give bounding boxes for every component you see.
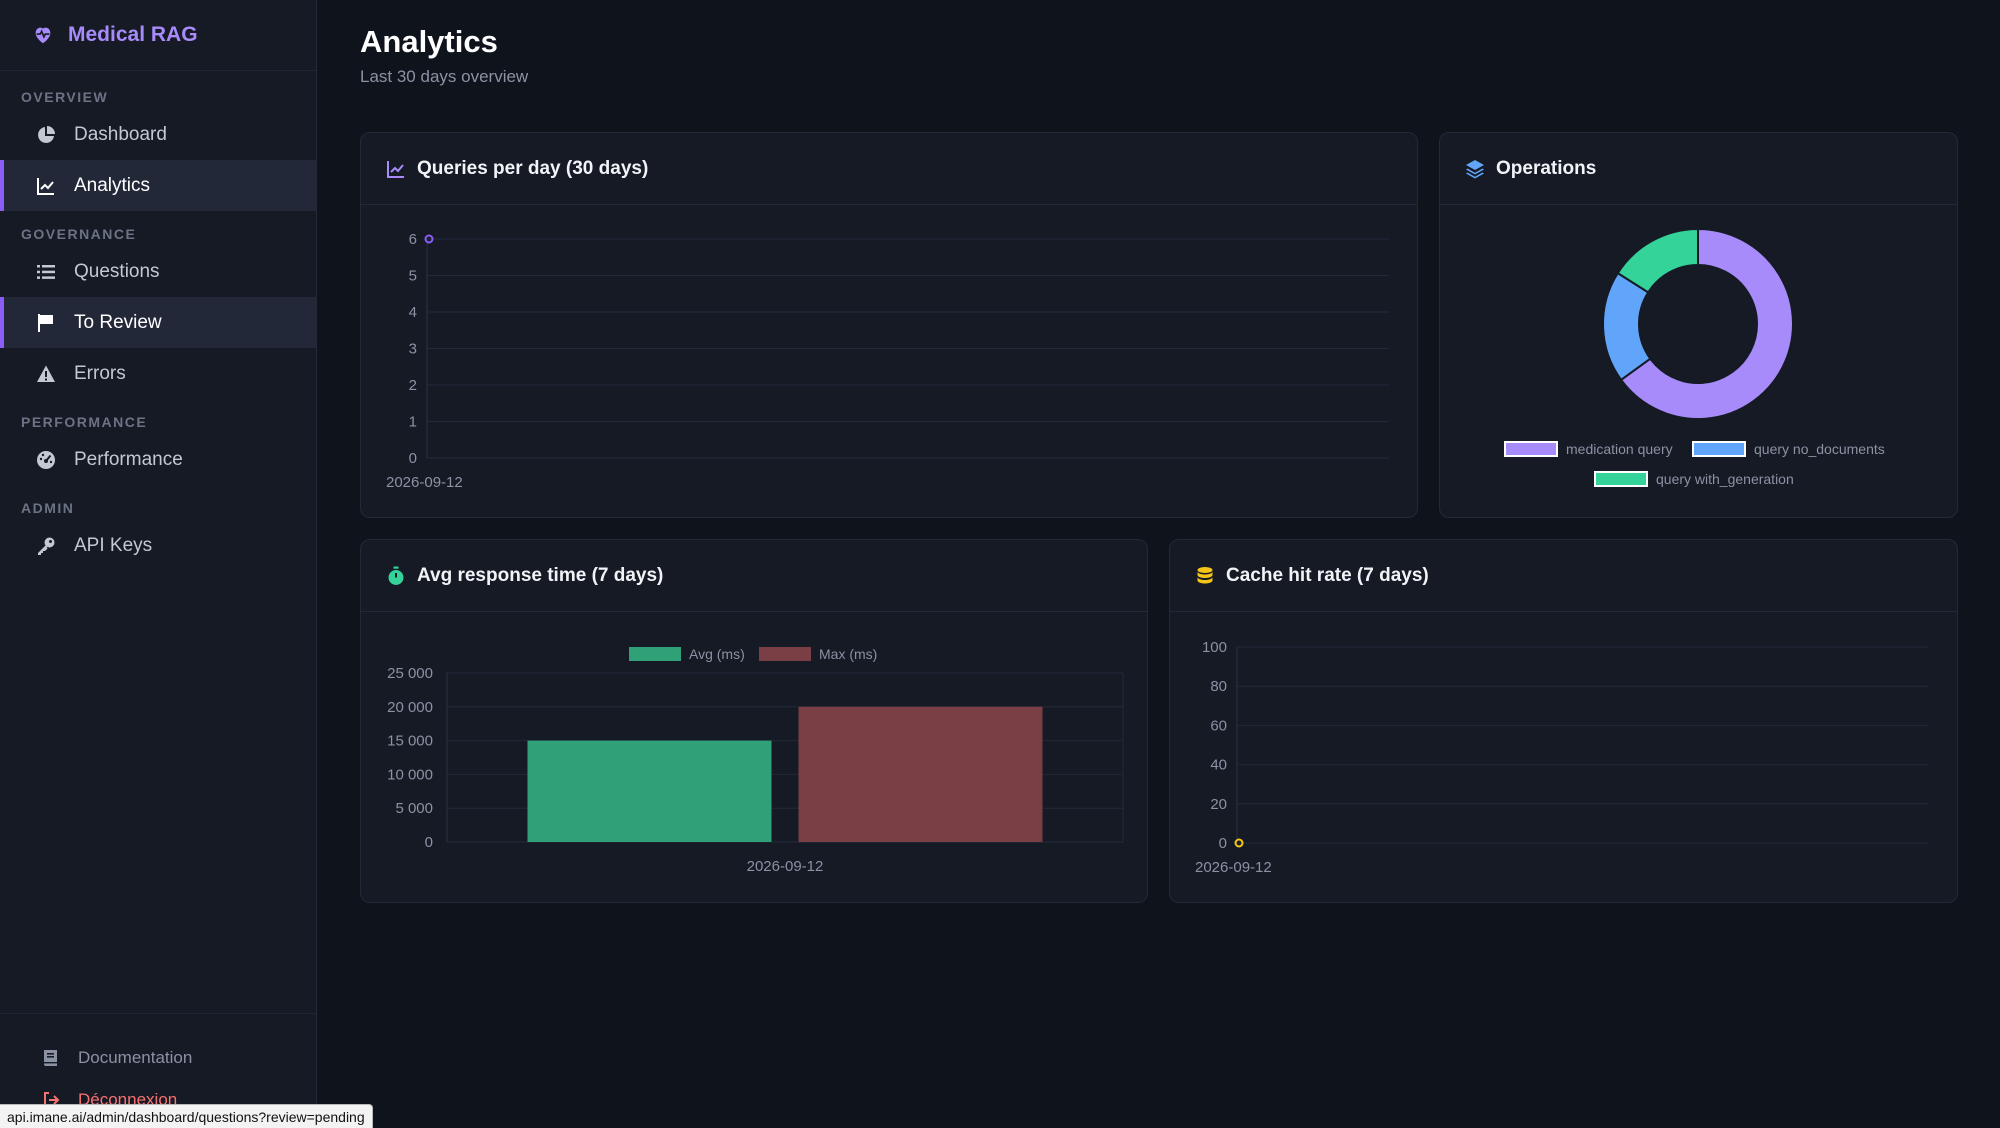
y-tick-label: 40 [1210, 757, 1227, 774]
y-tick-label: 15 000 [387, 733, 433, 750]
sidebar-item-api-keys[interactable]: API Keys [0, 520, 316, 571]
sidebar-item-label: Analytics [74, 174, 151, 196]
sidebar-item-label: Dashboard [74, 123, 167, 145]
section-label-performance: PERFORMANCE [21, 414, 148, 430]
legend-swatch [629, 647, 681, 661]
trend-icon [387, 160, 404, 178]
card-title: Operations [1496, 157, 1597, 179]
sidebar-item-label: Questions [74, 260, 160, 282]
sidebar-item-errors[interactable]: Errors [0, 348, 316, 399]
sidebar-item-to-review[interactable]: To Review [0, 297, 316, 348]
y-tick-label: 4 [409, 304, 417, 321]
section-label-governance: GOVERNANCE [21, 226, 137, 242]
stopwatch-icon [388, 566, 404, 585]
key-icon [38, 537, 55, 555]
legend-label: query with_generation [1656, 471, 1794, 487]
x-tick-label: 2026-09-12 [747, 858, 824, 875]
y-tick-label: 2 [409, 377, 417, 394]
legend-label: Avg (ms) [689, 646, 745, 662]
y-tick-label: 100 [1202, 639, 1227, 656]
y-tick-label: 20 000 [387, 699, 433, 716]
response-time-card: 0 5 000 10 000 15 000 20 000 25 000 2026-09-12… [360, 539, 1148, 903]
card-title: Cache hit rate (7 days) [1226, 564, 1429, 586]
page-subtitle: Last 30 days overview [360, 67, 529, 86]
y-tick-label: 20 [1210, 796, 1227, 813]
y-tick-label: 60 [1210, 717, 1227, 734]
legend-swatch [1504, 441, 1558, 457]
legend-swatch [759, 647, 811, 661]
list-icon [37, 264, 55, 279]
card-header: Cache hit rate (7 days) [1170, 540, 1957, 612]
legend-label: Max (ms) [819, 646, 877, 662]
sidebar-item-label: API Keys [74, 534, 153, 556]
y-tick-label: 0 [1219, 835, 1227, 852]
cache-hit-card: 0 20 40 60 80 100 2026-09-12 Cache hit rate (7… [1169, 539, 1958, 903]
y-tick-label: 6 [409, 231, 417, 248]
database-icon [1197, 566, 1213, 583]
x-tick-label: 2026-09-12 [386, 474, 463, 491]
card-title: Queries per day (30 days) [417, 157, 649, 179]
sidebar-item-label: To Review [74, 311, 162, 333]
status-bar-url: api.imane.ai/admin/dashboard/questions?r… [0, 1104, 373, 1128]
book-icon [44, 1050, 57, 1066]
sidebar: Medical RAG OVERVIEW Dashboard Analytics… [0, 0, 317, 1128]
documentation-link[interactable]: Documentation [0, 1037, 316, 1079]
pie-chart-icon [38, 125, 55, 143]
y-tick-label: 10 000 [387, 766, 433, 783]
line-chart-icon [37, 177, 54, 195]
legend-label: medication query [1566, 441, 1673, 457]
y-tick-label: 80 [1210, 678, 1227, 695]
brand[interactable]: Medical RAG [0, 0, 316, 71]
sidebar-item-dashboard[interactable]: Dashboard [0, 109, 316, 160]
legend-label: query no_documents [1754, 441, 1885, 457]
page-title: Analytics [360, 24, 498, 59]
y-tick-label: 5 000 [395, 800, 433, 817]
sidebar-item-label: Performance [74, 448, 183, 470]
operations-card: medication query query no_documentsquery … [1439, 132, 1958, 518]
bar-1 [798, 706, 1043, 842]
sidebar-item-performance[interactable]: Performance [0, 434, 316, 485]
sidebar-item-analytics[interactable]: Analytics [0, 160, 316, 211]
y-tick-label: 0 [409, 450, 417, 467]
legend-swatch [1692, 441, 1746, 457]
card-header: Avg response time (7 days) [361, 540, 1147, 612]
card-header: Queries per day (30 days) [361, 133, 1417, 205]
y-tick-label: 3 [409, 341, 417, 358]
x-tick-label: 2026-09-12 [1195, 859, 1272, 876]
heart-pulse-icon [35, 27, 51, 44]
y-tick-label: 25 000 [387, 665, 433, 682]
section-label-admin: ADMIN [21, 500, 75, 516]
sidebar-item-questions[interactable]: Questions [0, 246, 316, 297]
documentation-label: Documentation [78, 1048, 193, 1067]
y-tick-label: 5 [409, 268, 417, 285]
brand-title: Medical RAG [68, 23, 198, 46]
queries-card: 0 1 2 3 4 5 6 2026-09-12 Queries per day (30 da… [360, 132, 1418, 518]
card-header: Operations [1440, 133, 1957, 205]
card-title: Avg response time (7 days) [417, 564, 664, 586]
bar-0 [527, 740, 772, 842]
y-tick-label: 1 [409, 414, 417, 431]
section-label-overview: OVERVIEW [21, 89, 109, 105]
y-tick-label: 0 [425, 834, 433, 851]
sidebar-item-label: Errors [74, 362, 126, 384]
layers-icon [1466, 159, 1484, 178]
gauge-icon [37, 450, 55, 469]
flag-icon [38, 313, 53, 332]
legend-swatch [1594, 471, 1648, 487]
warning-icon [37, 365, 55, 382]
